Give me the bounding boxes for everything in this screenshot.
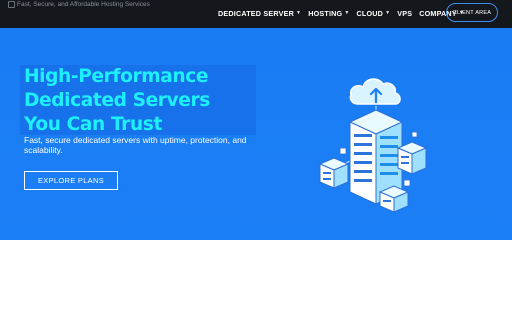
server-module-icon (318, 157, 350, 189)
client-area-button[interactable]: CLIENT AREA (446, 3, 498, 22)
nav-hosting[interactable]: HOSTING ▼ (308, 9, 349, 18)
nav-label: DEDICATED SERVER (218, 8, 295, 18)
nav-label: HOSTING (308, 8, 343, 18)
explore-plans-button[interactable]: EXPLORE PLANS (24, 171, 118, 190)
caret-down-icon: ▼ (344, 9, 350, 16)
site-logo[interactable]: Fast, Secure, and Affordable Hosting Ser… (8, 0, 150, 9)
hero-subtitle: Fast, secure dedicated servers with upti… (24, 135, 247, 155)
nav-cloud[interactable]: CLOUD ▼ (357, 9, 391, 18)
top-navbar: Fast, Secure, and Affordable Hosting Ser… (0, 0, 512, 28)
cloud-server-icon (318, 78, 428, 212)
hero-title: High-Performance Dedicated Servers You C… (24, 65, 210, 137)
logo-alt-text: Fast, Secure, and Affordable Hosting Ser… (17, 0, 150, 8)
nav-vps[interactable]: VPS (397, 9, 412, 18)
nav-dedicated-server[interactable]: DEDICATED SERVER ▼ (218, 9, 301, 18)
broken-image-icon (8, 1, 15, 8)
cloud-icon (349, 78, 401, 105)
caret-down-icon: ▼ (385, 9, 391, 16)
nav-label: CLOUD (356, 8, 384, 18)
server-module-icon (378, 185, 410, 212)
hero-title-line: High-Performance (24, 66, 209, 87)
caret-down-icon: ▼ (296, 9, 302, 16)
server-module-icon (396, 141, 428, 175)
hero-title-line: You Can Trust (24, 114, 162, 135)
main-nav: DEDICATED SERVER ▼ HOSTING ▼ CLOUD ▼ VPS… (218, 6, 471, 20)
nav-label: VPS (397, 8, 413, 18)
hero-section: High-Performance Dedicated Servers You C… (0, 28, 512, 240)
hero-title-line: Dedicated Servers (24, 90, 210, 111)
